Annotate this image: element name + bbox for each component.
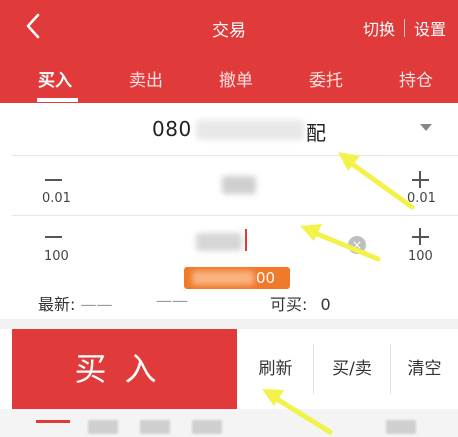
annotation-arrows	[262, 152, 415, 435]
annotation-arrow-stock	[345, 158, 415, 210]
annotation-arrow-quantity	[307, 228, 381, 262]
annotation-arrow-refresh	[269, 393, 333, 435]
